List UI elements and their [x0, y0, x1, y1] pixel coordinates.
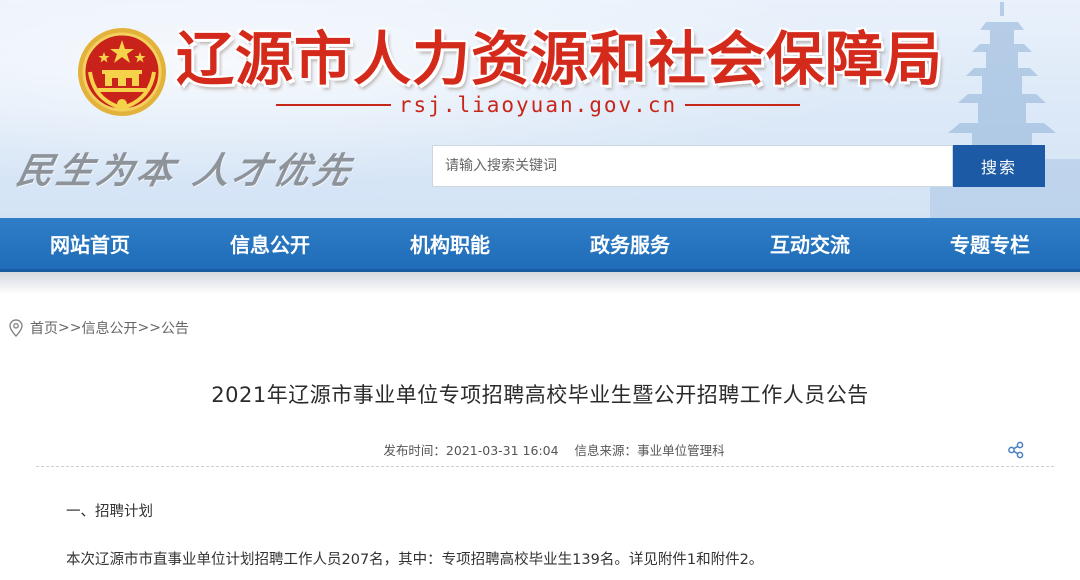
- site-header: 辽源市人力资源和社会保障局 rsj.liaoyuan.gov.cn 民生为本 人…: [0, 0, 1080, 218]
- info-source-value: 事业单位管理科: [637, 443, 725, 458]
- location-pin-icon: [9, 319, 23, 337]
- breadcrumb: 首页 >> 信息公开 >> 公告: [8, 318, 189, 338]
- info-source: 信息来源：事业单位管理科: [575, 443, 725, 458]
- search-button[interactable]: 搜索: [953, 145, 1045, 187]
- publish-time: 发布时间：2021-03-31 16:04: [383, 443, 558, 458]
- publish-time-value: 2021-03-31 16:04: [445, 443, 559, 458]
- nav-item-info-disclosure[interactable]: 信息公开: [180, 218, 360, 269]
- domain-dash-right: [685, 104, 800, 106]
- section-heading: 一、招聘计划: [66, 504, 153, 520]
- search-input[interactable]: [432, 145, 953, 187]
- breadcrumb-home[interactable]: 首页: [30, 318, 58, 338]
- article-paragraph: 本次辽源市市直事业单位计划招聘工作人员207名，其中：专项招聘高校毕业生139名…: [66, 552, 764, 568]
- nav-item-special-topics[interactable]: 专题专栏: [900, 218, 1080, 269]
- nav-item-interaction[interactable]: 互动交流: [720, 218, 900, 269]
- publish-time-label: 发布时间：: [383, 443, 446, 458]
- nav-item-home[interactable]: 网站首页: [0, 218, 180, 269]
- breadcrumb-announcement[interactable]: 公告: [161, 318, 189, 338]
- info-source-label: 信息来源：: [574, 443, 638, 458]
- domain-url: rsj.liaoyuan.gov.cn: [398, 93, 678, 117]
- breadcrumb-info-disclosure[interactable]: 信息公开: [81, 318, 137, 338]
- meta-divider: [36, 466, 1054, 467]
- domain-banner: rsj.liaoyuan.gov.cn: [276, 93, 800, 117]
- national-emblem-icon[interactable]: [76, 26, 168, 118]
- nav-shadow: [0, 272, 1080, 294]
- site-title: 辽源市人力资源和社会保障局: [176, 25, 944, 93]
- nav-item-government-services[interactable]: 政务服务: [540, 218, 720, 269]
- breadcrumb-separator: >>: [58, 320, 82, 336]
- breadcrumb-separator: >>: [137, 320, 161, 336]
- nav-item-organization[interactable]: 机构职能: [360, 218, 540, 269]
- main-nav: 网站首页 信息公开 机构职能 政务服务 互动交流 专题专栏: [0, 218, 1080, 272]
- domain-dash-left: [276, 104, 391, 106]
- share-icon[interactable]: [1007, 441, 1025, 459]
- article-title: 2021年辽源市事业单位专项招聘高校毕业生暨公开招聘工作人员公告: [211, 383, 869, 407]
- site-slogan: 民生为本 人才优先: [12, 150, 359, 192]
- article-meta: 发布时间：2021-03-31 16:04 信息来源：事业单位管理科: [0, 440, 1080, 459]
